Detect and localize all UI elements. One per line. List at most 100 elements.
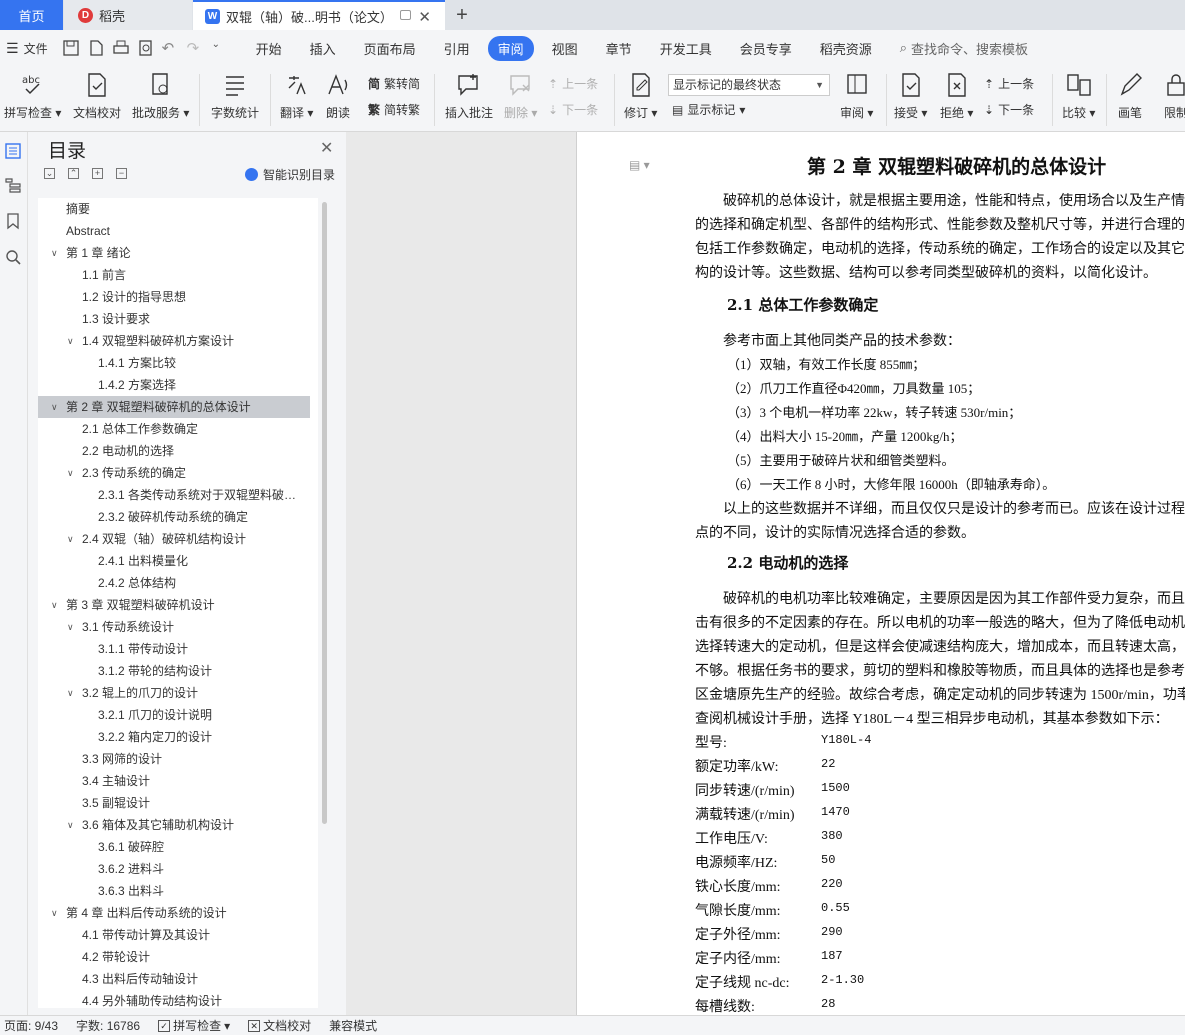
toc-item[interactable]: 4.4 另外辅助传动结构设计 bbox=[38, 990, 310, 1008]
toc-item[interactable]: ∨ 3.1 传动系统设计 bbox=[38, 616, 310, 638]
toc-item[interactable]: 4.2 带轮设计 bbox=[38, 946, 310, 968]
menu-daoke-resources[interactable]: 稻壳资源 bbox=[810, 36, 882, 61]
grading-button[interactable]: 批改服务 ▾ bbox=[132, 70, 189, 121]
chevron-down-icon[interactable]: ∨ bbox=[67, 814, 74, 836]
expand-all-icon[interactable]: ⌃ bbox=[68, 168, 79, 179]
collapse-all-icon[interactable]: ⌄ bbox=[44, 168, 55, 179]
toc-scrollbar[interactable] bbox=[322, 202, 327, 824]
new-tab-button[interactable]: + bbox=[452, 0, 472, 30]
close-tab-icon[interactable]: ✕ bbox=[418, 8, 431, 26]
toc-item[interactable]: 3.2.1 爪刀的设计说明 bbox=[38, 704, 310, 726]
trad-to-simp-button[interactable]: 简繁转简 bbox=[368, 75, 420, 92]
translate-button[interactable]: 翻译 ▾ bbox=[280, 70, 313, 121]
chevron-down-icon[interactable]: ∨ bbox=[67, 682, 74, 704]
toc-item[interactable]: ∨ 第 4 章 出料后传动系统的设计 bbox=[38, 902, 310, 924]
print-icon[interactable] bbox=[112, 39, 130, 57]
next-comment-button[interactable]: ⇣ 下一条 bbox=[548, 101, 598, 118]
toc-item[interactable]: 3.2.2 箱内定刀的设计 bbox=[38, 726, 310, 748]
doc-proof-button[interactable]: 文档校对 bbox=[73, 70, 121, 121]
toc-item[interactable]: 3.6.1 破碎腔 bbox=[38, 836, 310, 858]
toc-item[interactable]: 2.3.2 破碎机传动系统的确定 bbox=[38, 506, 310, 528]
chevron-down-icon[interactable]: ∨ bbox=[67, 616, 74, 638]
insert-comment-button[interactable]: 插入批注 bbox=[445, 70, 493, 121]
toc-item[interactable]: ∨ 第 3 章 双辊塑料破碎机设计 bbox=[38, 594, 310, 616]
tab-document[interactable]: W 双辊（轴）破...明书（论文） ✕ bbox=[193, 0, 445, 30]
track-changes-button[interactable]: 修订 ▾ bbox=[624, 70, 657, 121]
toc-item[interactable]: 摘要 bbox=[38, 198, 310, 220]
toc-item[interactable]: 1.4.1 方案比较 bbox=[38, 352, 310, 374]
page-indicator[interactable]: 页面: 9/43 bbox=[4, 1017, 58, 1034]
toc-item[interactable]: 2.4.1 出料模量化 bbox=[38, 550, 310, 572]
menu-references[interactable]: 引用 bbox=[434, 36, 480, 61]
file-menu[interactable]: ☰ 文件 bbox=[6, 40, 48, 57]
search-icon[interactable] bbox=[4, 248, 22, 266]
review-pane-button[interactable]: 审阅 ▾ bbox=[840, 70, 873, 121]
toc-item[interactable]: 1.4.2 方案选择 bbox=[38, 374, 310, 396]
delete-comment-button[interactable]: 删除 ▾ bbox=[504, 70, 537, 121]
restrict-button[interactable]: 限制 bbox=[1162, 70, 1185, 121]
word-count-indicator[interactable]: 字数: 16786 bbox=[76, 1017, 140, 1034]
toc-item[interactable]: ∨ 3.2 辊上的爪刀的设计 bbox=[38, 682, 310, 704]
simp-to-trad-button[interactable]: 繁简转繁 bbox=[368, 101, 420, 118]
command-search[interactable]: ⌕ 查找命令、搜索模板 bbox=[900, 39, 1028, 58]
toc-item[interactable]: 3.6.2 进料斗 bbox=[38, 858, 310, 880]
accept-button[interactable]: 接受 ▾ bbox=[894, 70, 927, 121]
close-icon[interactable]: ✕ bbox=[320, 138, 333, 158]
chevron-down-icon[interactable]: ∨ bbox=[67, 462, 74, 484]
toc-item[interactable]: 1.3 设计要求 bbox=[38, 308, 310, 330]
read-aloud-button[interactable]: 朗读 bbox=[324, 70, 352, 121]
chevron-down-icon[interactable]: ∨ bbox=[51, 902, 58, 924]
navigation-icon[interactable] bbox=[4, 176, 22, 194]
toc-item[interactable]: 2.2 电动机的选择 bbox=[38, 440, 310, 462]
markup-mode-select[interactable]: 显示标记的最终状态 ▼ bbox=[668, 74, 830, 96]
chevron-down-icon[interactable]: ∨ bbox=[51, 242, 58, 264]
menu-review[interactable]: 审阅 bbox=[487, 35, 534, 61]
toc-item[interactable]: ∨ 1.4 双辊塑料破碎机方案设计 bbox=[38, 330, 310, 352]
toc-item[interactable]: ∨ 3.6 箱体及其它辅助机构设计 bbox=[38, 814, 310, 836]
prev-change-button[interactable]: ⇡ 上一条 bbox=[984, 75, 1034, 92]
toc-item[interactable]: 2.1 总体工作参数确定 bbox=[38, 418, 310, 440]
export-pdf-icon[interactable] bbox=[87, 39, 105, 57]
save-icon[interactable] bbox=[62, 39, 80, 57]
toc-item[interactable]: 4.3 出料后传动轴设计 bbox=[38, 968, 310, 990]
toc-item[interactable]: 1.1 前言 bbox=[38, 264, 310, 286]
toc-item[interactable]: ∨ 2.3 传动系统的确定 bbox=[38, 462, 310, 484]
chevron-down-icon[interactable]: ∨ bbox=[67, 528, 74, 550]
menu-view[interactable]: 视图 bbox=[542, 36, 588, 61]
tab-daoke[interactable]: D 稻壳 bbox=[64, 0, 192, 30]
remove-heading-icon[interactable]: − bbox=[116, 168, 127, 179]
page-options-icon[interactable]: ▤ ▾ bbox=[629, 158, 650, 172]
spellcheck-button[interactable]: abc 拼写检查 ▾ bbox=[4, 70, 61, 121]
menu-member[interactable]: 会员专享 bbox=[730, 36, 802, 61]
bookmark-icon[interactable] bbox=[4, 212, 22, 230]
tab-home[interactable]: 首页 bbox=[0, 0, 63, 30]
word-count-button[interactable]: 字数统计 bbox=[211, 70, 259, 121]
ink-button[interactable]: 画笔 bbox=[1116, 70, 1144, 121]
toc-item[interactable]: ∨ 第 1 章 绪论 bbox=[38, 242, 310, 264]
smart-toc-button[interactable]: 智能识别目录 bbox=[245, 166, 335, 183]
toc-item[interactable]: 1.2 设计的指导思想 bbox=[38, 286, 310, 308]
toc-item[interactable]: 3.1.2 带轮的结构设计 bbox=[38, 660, 310, 682]
redo-icon[interactable]: ↷ bbox=[187, 39, 205, 57]
toc-item[interactable]: 3.1.1 带传动设计 bbox=[38, 638, 310, 660]
toc-item[interactable]: 2.4.2 总体结构 bbox=[38, 572, 310, 594]
menu-developer[interactable]: 开发工具 bbox=[650, 36, 722, 61]
reject-button[interactable]: 拒绝 ▾ bbox=[940, 70, 973, 121]
chevron-down-icon[interactable]: ∨ bbox=[51, 396, 58, 418]
toc-item[interactable]: Abstract bbox=[38, 220, 310, 242]
quick-access-dropdown-icon[interactable]: ⌄ bbox=[212, 39, 230, 57]
add-heading-icon[interactable]: + bbox=[92, 168, 103, 179]
toc-item[interactable]: 3.5 副辊设计 bbox=[38, 792, 310, 814]
chevron-down-icon[interactable]: ∨ bbox=[67, 330, 74, 352]
menu-section[interactable]: 章节 bbox=[596, 36, 642, 61]
toc-item[interactable]: 3.3 网筛的设计 bbox=[38, 748, 310, 770]
document-page[interactable]: ▤ ▾ 第 2 章 双辊塑料破碎机的总体设计 破碎机的总体设计，就是根据主要用途… bbox=[576, 132, 1185, 1015]
prev-comment-button[interactable]: ⇡ 上一条 bbox=[548, 75, 598, 92]
toc-panel-icon[interactable] bbox=[4, 142, 22, 160]
toc-item[interactable]: 4.1 带传动计算及其设计 bbox=[38, 924, 310, 946]
spellcheck-status[interactable]: ✓ 拼写检查 ▾ bbox=[158, 1017, 230, 1034]
print-preview-icon[interactable] bbox=[137, 39, 155, 57]
compare-button[interactable]: 比较 ▾ bbox=[1062, 70, 1095, 121]
next-change-button[interactable]: ⇣ 下一条 bbox=[984, 101, 1034, 118]
toc-item[interactable]: 2.3.1 各类传动系统对于双辊塑料破碎机的影响 bbox=[38, 484, 310, 506]
